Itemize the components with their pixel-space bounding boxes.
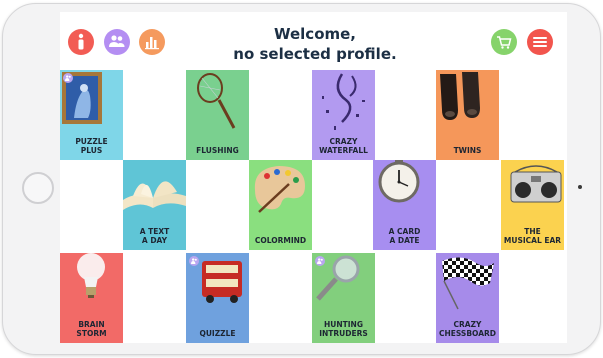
app-screen: Welcome, no selected profile. PUZZLE PLU… (60, 12, 567, 343)
game-tile-brain-storm[interactable]: BRAIN STORM (60, 253, 123, 343)
group-icon (109, 35, 125, 47)
group-icon (190, 258, 197, 264)
tile-label: A CARD A DATE (388, 227, 421, 245)
tile-label: A TEXT A DAY (139, 227, 170, 245)
camera-dot (578, 185, 582, 189)
tile-label: HUNTING INTRUDERS (319, 320, 368, 338)
welcome-message: Welcome, no selected profile. (230, 24, 400, 64)
confetti-icon (322, 73, 365, 130)
welcome-line-2: no selected profile. (233, 45, 397, 63)
tile-label: COLORMIND (254, 236, 307, 245)
favorite-badge (315, 256, 325, 266)
profiles-button[interactable] (104, 29, 130, 55)
game-tile-crazy-waterfall[interactable]: CRAZY WATERFALL (312, 70, 375, 160)
stats-chart-icon (145, 37, 159, 50)
statistics-button[interactable] (139, 29, 165, 55)
shoes-icon (440, 72, 480, 120)
shop-button[interactable] (491, 29, 517, 55)
palette-icon (254, 166, 305, 213)
welcome-line-1: Welcome, (273, 25, 357, 43)
menu-button[interactable] (527, 29, 553, 55)
group-icon (64, 75, 71, 81)
game-tile-hunting-intruders[interactable]: HUNTING INTRUDERS (312, 253, 375, 343)
game-tile-crazy-chessboard[interactable]: CRAZY CHESSBOARD (436, 253, 499, 343)
tile-label: CRAZY WATERFALL (319, 137, 368, 155)
header: Welcome, no selected profile. (60, 12, 567, 70)
game-tile-quizzle[interactable]: QUIZZLE (186, 253, 249, 343)
favorite-badge (189, 256, 199, 266)
menu-icon (533, 37, 547, 47)
game-tile-puzzle-plus[interactable]: PUZZLE PLUS (60, 70, 123, 160)
group-icon (316, 258, 323, 264)
tile-label: BRAIN STORM (76, 320, 107, 338)
checkered-flag-icon (442, 257, 494, 310)
clock-icon (378, 160, 420, 203)
cart-icon (497, 36, 512, 49)
tile-label: QUIZZLE (199, 329, 236, 338)
person-info-icon (78, 33, 84, 50)
tile-label: CRAZY CHESSBOARD (438, 320, 497, 338)
tile-label: TWINS (453, 146, 482, 155)
game-tile-a-card-a-date[interactable]: A CARD A DATE (373, 160, 436, 250)
lightbulb-icon (77, 253, 105, 298)
game-tile-a-text-a-day[interactable]: A TEXT A DAY (123, 160, 186, 250)
tile-label: THE MUSICAL EAR (503, 227, 562, 245)
game-tile-colormind[interactable]: COLORMIND (249, 160, 312, 250)
favorite-badge (63, 73, 73, 83)
game-tile-flushing[interactable]: FLUSHING (186, 70, 249, 160)
home-button[interactable] (22, 172, 54, 204)
tile-label: FLUSHING (196, 146, 239, 155)
game-tile-the-musical-ear[interactable]: THE MUSICAL EAR (501, 160, 564, 250)
racket-icon (197, 73, 236, 129)
radio-icon (510, 165, 562, 203)
tile-label: PUZZLE PLUS (75, 137, 108, 155)
book-icon (123, 181, 186, 210)
game-tile-twins[interactable]: TWINS (436, 70, 499, 160)
profile-info-button[interactable] (68, 29, 94, 55)
